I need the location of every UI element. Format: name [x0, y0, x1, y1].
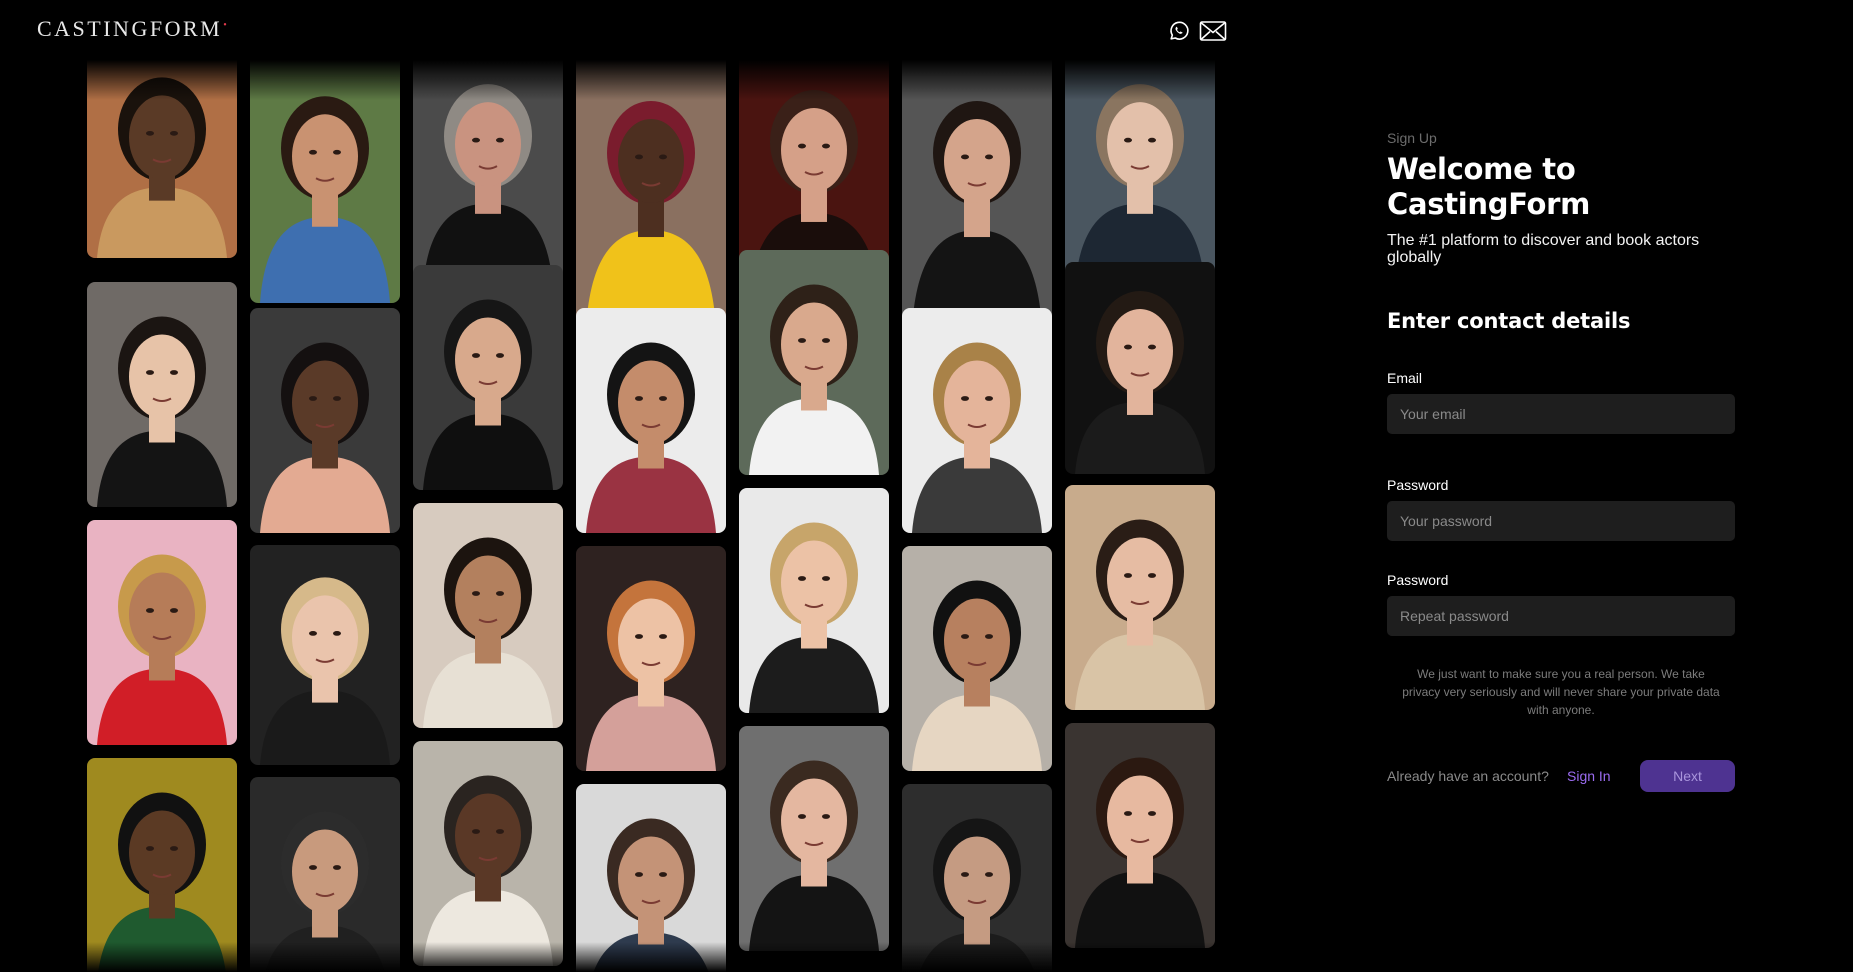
- whatsapp-icon[interactable]: [1166, 19, 1192, 43]
- actor-headshot[interactable]: [87, 60, 237, 258]
- actor-headshot[interactable]: [250, 777, 400, 972]
- title-line-1: Welcome to: [1387, 152, 1576, 186]
- email-field[interactable]: [1387, 394, 1735, 434]
- actor-headshot[interactable]: [250, 60, 400, 303]
- actor-headshot[interactable]: [576, 784, 726, 972]
- site-header: CASTINGFORM•: [0, 0, 1240, 62]
- actor-headshot[interactable]: [413, 265, 563, 490]
- password-field[interactable]: [1387, 501, 1735, 541]
- actor-headshot[interactable]: [87, 282, 237, 507]
- signup-form: Sign Up Welcome to CastingForm The #1 pl…: [1387, 130, 1735, 792]
- repeat-password-field[interactable]: [1387, 596, 1735, 636]
- email-label: Email: [1387, 370, 1423, 386]
- actor-headshot[interactable]: [87, 758, 237, 972]
- repeat-password-label: Password: [1387, 572, 1449, 588]
- password-group: Password: [1387, 477, 1735, 541]
- password-label: Password: [1387, 477, 1449, 493]
- title-line-2: CastingForm: [1387, 187, 1591, 221]
- actor-headshot[interactable]: [902, 308, 1052, 533]
- actor-headshot[interactable]: [250, 308, 400, 533]
- page-title: Welcome to CastingForm: [1387, 152, 1735, 222]
- actor-headshot[interactable]: [1065, 60, 1215, 288]
- sign-in-link[interactable]: Sign In: [1567, 768, 1611, 784]
- privacy-notice: We just want to make sure you a real per…: [1402, 667, 1720, 717]
- actor-headshot[interactable]: [413, 503, 563, 728]
- actor-headshot[interactable]: [739, 488, 889, 713]
- actor-headshot[interactable]: [1065, 262, 1215, 474]
- actor-headshot[interactable]: [250, 545, 400, 765]
- actor-headshot[interactable]: [413, 60, 563, 288]
- actor-headshot[interactable]: [87, 520, 237, 745]
- form-footer: Already have an account? Sign In Next: [1387, 760, 1735, 792]
- actor-photo-grid: [87, 60, 1217, 972]
- repeat-password-group: Password: [1387, 572, 1735, 636]
- actor-headshot[interactable]: [902, 784, 1052, 972]
- actor-headshot[interactable]: [413, 741, 563, 966]
- logo-mark: •: [223, 19, 230, 31]
- logo-text: CASTINGFORM: [37, 16, 223, 41]
- actor-headshot[interactable]: [1065, 723, 1215, 948]
- email-group: Email: [1387, 370, 1735, 434]
- actor-headshot[interactable]: [902, 546, 1052, 771]
- signup-page: CASTINGFORM• Sign Up Welcome to CastingF…: [0, 0, 1853, 972]
- section-title: Enter contact details: [1387, 309, 1631, 333]
- actor-headshot[interactable]: [1065, 485, 1215, 710]
- mail-icon[interactable]: [1199, 19, 1227, 43]
- actor-headshot[interactable]: [902, 60, 1052, 328]
- next-button[interactable]: Next: [1640, 760, 1735, 792]
- logo[interactable]: CASTINGFORM•: [37, 16, 229, 42]
- page-subtitle: The #1 platform to discover and book act…: [1387, 232, 1700, 266]
- step-label: Sign Up: [1387, 130, 1437, 146]
- actor-headshot[interactable]: [576, 308, 726, 533]
- actor-headshot[interactable]: [739, 250, 889, 475]
- actor-headshot[interactable]: [576, 546, 726, 771]
- actor-headshot[interactable]: [576, 60, 726, 328]
- have-account-text: Already have an account?: [1387, 768, 1549, 784]
- actor-headshot[interactable]: [739, 726, 889, 951]
